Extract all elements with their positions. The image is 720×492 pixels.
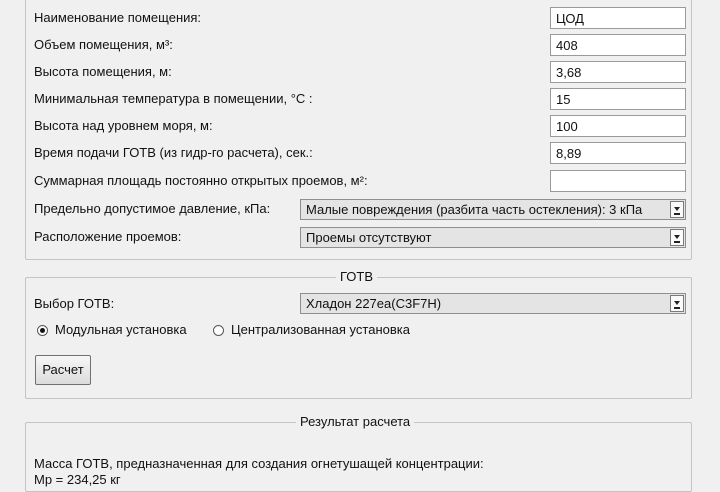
max-pressure-label: Предельно допустимое давление, кПа: (34, 201, 271, 216)
modular-install-label: Модульная установка (55, 322, 187, 337)
altitude-input[interactable] (550, 115, 686, 137)
supply-time-input[interactable] (550, 142, 686, 164)
chevron-down-icon[interactable] (670, 295, 684, 312)
chevron-down-icon[interactable] (670, 229, 684, 246)
chevron-down-icon[interactable] (670, 201, 684, 218)
openings-location-value: Проемы отсутствуют (306, 230, 432, 245)
max-pressure-select[interactable]: Малые повреждения (разбита часть остекле… (300, 199, 686, 220)
gotv-select-label: Выбор ГОТВ: (34, 296, 115, 311)
gotv-select-value: Хладон 227еа(C3F7H) (306, 296, 442, 311)
openings-area-label: Суммарная площадь постоянно открытых про… (34, 173, 368, 188)
supply-time-label: Время подачи ГОТВ (из гидр-го расчета), … (34, 145, 313, 160)
openings-area-input[interactable] (550, 170, 686, 192)
result-group-title: Результат расчета (296, 414, 415, 430)
room-volume-label: Объем помещения, м³: (34, 37, 173, 52)
centralized-install-radio[interactable] (213, 325, 224, 336)
calculate-button[interactable]: Расчет (35, 355, 91, 385)
result-mass-value: Мр = 234,25 кг (34, 472, 121, 487)
centralized-install-label: Централизованная установка (231, 322, 410, 337)
room-height-input[interactable] (550, 61, 686, 83)
max-pressure-value: Малые повреждения (разбита часть остекле… (306, 202, 643, 217)
gotv-select[interactable]: Хладон 227еа(C3F7H) (300, 293, 686, 314)
modular-install-radio[interactable] (37, 325, 48, 336)
room-name-input[interactable] (550, 7, 686, 29)
room-height-label: Высота помещения, м: (34, 64, 172, 79)
altitude-label: Высота над уровнем моря, м: (34, 118, 213, 133)
min-temperature-input[interactable] (550, 88, 686, 110)
room-volume-input[interactable] (550, 34, 686, 56)
openings-location-select[interactable]: Проемы отсутствуют (300, 227, 686, 248)
gotv-group-title: ГОТВ (336, 269, 378, 285)
min-temperature-label: Минимальная температура в помещении, °С … (34, 91, 313, 106)
room-name-label: Наименование помещения: (34, 10, 202, 25)
openings-location-label: Расположение проемов: (34, 229, 182, 244)
